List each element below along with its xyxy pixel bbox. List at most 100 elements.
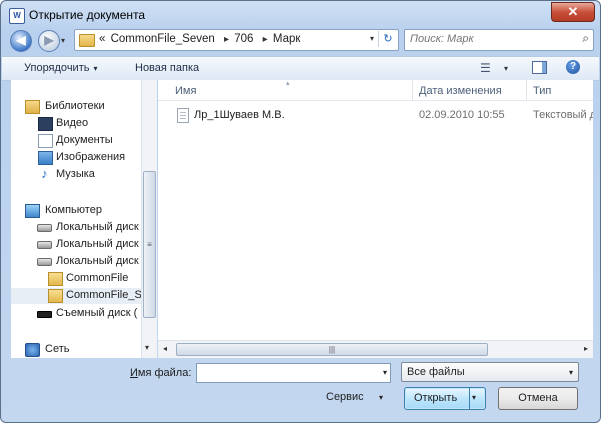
sort-ascending-icon: ▴ [286, 80, 290, 87]
sidebar-item-local-disk[interactable]: Локальный диск [11, 220, 141, 236]
tools-button[interactable]: Сервис [326, 391, 364, 403]
sidebar-item-commonfile[interactable]: CommonFile [11, 271, 141, 287]
file-type-selected: Все файлы [407, 366, 465, 378]
sidebar-item-label: Локальный диск [56, 221, 139, 233]
sidebar-item-local-disk[interactable]: Локальный диск [11, 254, 141, 270]
sidebar-item-label: Документы [56, 134, 113, 146]
sidebar-item-label: CommonFile_S [66, 289, 142, 301]
cancel-button-label: Отмена [518, 392, 558, 404]
scrollbar-thumb[interactable]: ||| [176, 343, 488, 356]
breadcrumb-item[interactable]: Марк [273, 33, 301, 45]
scroll-down-arrow-icon[interactable]: ▾ [145, 343, 149, 352]
open-button-divider [469, 388, 470, 409]
filename-input[interactable] [200, 366, 368, 379]
computer-icon [25, 204, 40, 218]
column-header-name[interactable]: Имя [175, 85, 196, 97]
toolbar: Упорядочить ▾ Новая папка ☰ ▾ ? [2, 56, 599, 81]
sidebar-item-music[interactable]: ♪ Музыка [11, 167, 141, 183]
cancel-button[interactable]: Отмена [498, 387, 578, 410]
file-type: Текстовый д [533, 109, 593, 121]
search-input[interactable] [410, 32, 570, 46]
help-icon[interactable]: ? [566, 60, 580, 74]
file-list-horizontal-scrollbar[interactable]: ◂ ||| ▸ [158, 340, 593, 358]
word-app-icon: W [9, 8, 25, 24]
column-header-type[interactable]: Тип [533, 85, 551, 97]
disk-icon [37, 258, 52, 266]
title-bar[interactable]: W Открытие документа ✕ [1, 1, 600, 29]
open-document-dialog: W Открытие документа ✕ ◀ ▶ ▾ « CommonFil… [0, 0, 601, 423]
file-date: 02.09.2010 10:55 [419, 109, 505, 121]
open-options-chevron-icon[interactable]: ▾ [472, 393, 476, 402]
sidebar-item-label: Видео [56, 117, 89, 129]
sidebar-item-local-disk[interactable]: Локальный диск [11, 237, 141, 253]
folder-icon [48, 272, 63, 286]
music-icon: ♪ [41, 166, 48, 181]
refresh-icon[interactable]: ↻ [378, 31, 397, 47]
sidebar-item-label: Сеть [45, 343, 70, 355]
file-row[interactable]: Лр_1Шуваев М.В. 02.09.2010 10:55 Текстов… [174, 107, 593, 125]
address-bar[interactable]: « CommonFile_Seven ▸ 706 ▸ Марк ▾ ↻ [74, 29, 399, 51]
recent-pages-dropdown[interactable]: ▾ [61, 36, 65, 45]
search-box[interactable]: ⌕ [404, 29, 594, 51]
chevron-down-icon: ▾ [568, 368, 573, 377]
preview-pane-icon[interactable] [532, 61, 547, 74]
chevron-down-icon: ▾ [93, 64, 98, 73]
view-options-chevron-icon[interactable]: ▾ [504, 64, 508, 73]
chevron-down-icon[interactable]: ▾ [383, 368, 387, 377]
sidebar-item-label: Съемный диск ( [56, 307, 138, 319]
scroll-left-arrow-icon[interactable]: ◂ [163, 344, 167, 353]
scroll-right-arrow-icon[interactable]: ▸ [584, 344, 588, 353]
sidebar-item-libraries[interactable]: Библиотеки [11, 99, 141, 115]
organize-button[interactable]: Упорядочить ▾ [24, 62, 97, 74]
sidebar-item-label: Библиотеки [45, 100, 105, 112]
sidebar-item-label: Изображения [56, 151, 126, 163]
sidebar-item-label: Музыка [56, 168, 95, 180]
file-type-select[interactable]: Все файлы ▾ [401, 362, 579, 382]
close-button[interactable]: ✕ [551, 2, 595, 22]
back-button[interactable]: ◀ [10, 30, 32, 52]
folder-icon [79, 34, 95, 47]
sidebar-item-documents[interactable]: Документы [11, 133, 141, 149]
libraries-icon [25, 100, 40, 114]
network-icon [25, 343, 40, 357]
column-divider[interactable] [526, 80, 527, 100]
sidebar-item-commonfile-seven[interactable]: CommonFile_S [11, 288, 142, 304]
new-folder-button[interactable]: Новая папка [135, 62, 199, 74]
navigation-pane: Библиотеки Видео Документы Изображения ♪… [11, 80, 157, 358]
filename-combobox[interactable]: ▾ [196, 363, 391, 383]
column-header-date[interactable]: Дата изменения [419, 85, 502, 97]
sidebar-item-images[interactable]: Изображения [11, 150, 141, 166]
file-name: Лр_1Шуваев М.В. [194, 109, 285, 121]
navigation-pane-scrollbar[interactable]: ≡ ▾ [141, 80, 157, 358]
removable-disk-icon [37, 311, 52, 318]
breadcrumb-item[interactable]: CommonFile_Seven [111, 33, 215, 45]
sidebar-item-label: CommonFile [66, 272, 129, 284]
sidebar-item-label: Локальный диск [56, 238, 139, 250]
images-icon [38, 151, 53, 165]
disk-icon [37, 224, 52, 232]
sidebar-item-removable-disk[interactable]: Съемный диск ( [11, 306, 141, 322]
tools-chevron-down-icon[interactable]: ▾ [379, 393, 383, 402]
breadcrumb-separator[interactable]: ▸ [224, 34, 229, 45]
search-icon[interactable]: ⌕ [582, 31, 589, 46]
breadcrumb-separator[interactable]: ▸ [263, 34, 268, 45]
open-button-label: Открыть [414, 392, 458, 404]
sidebar-item-network[interactable]: Сеть [11, 342, 141, 358]
folder-icon [48, 289, 63, 303]
disk-icon [37, 241, 52, 249]
filename-label: Имя файла: [130, 367, 191, 379]
open-button[interactable]: Открыть ▾ [404, 387, 486, 410]
change-view-icon[interactable]: ☰ [480, 61, 491, 75]
sidebar-item-computer[interactable]: Компьютер [11, 203, 141, 219]
address-history-dropdown[interactable]: ▾ [370, 34, 374, 43]
filename-label-text: мя файла: [137, 367, 192, 379]
breadcrumb-item[interactable]: 706 [234, 33, 253, 45]
video-icon [38, 117, 53, 131]
forward-button[interactable]: ▶ [38, 30, 60, 52]
column-divider[interactable] [412, 80, 413, 100]
text-file-icon [177, 108, 189, 123]
scrollbar-thumb[interactable]: ≡ [143, 171, 156, 318]
sidebar-item-video[interactable]: Видео [11, 116, 141, 132]
sidebar-item-label: Компьютер [45, 204, 102, 216]
breadcrumb-overflow[interactable]: « [99, 33, 105, 45]
